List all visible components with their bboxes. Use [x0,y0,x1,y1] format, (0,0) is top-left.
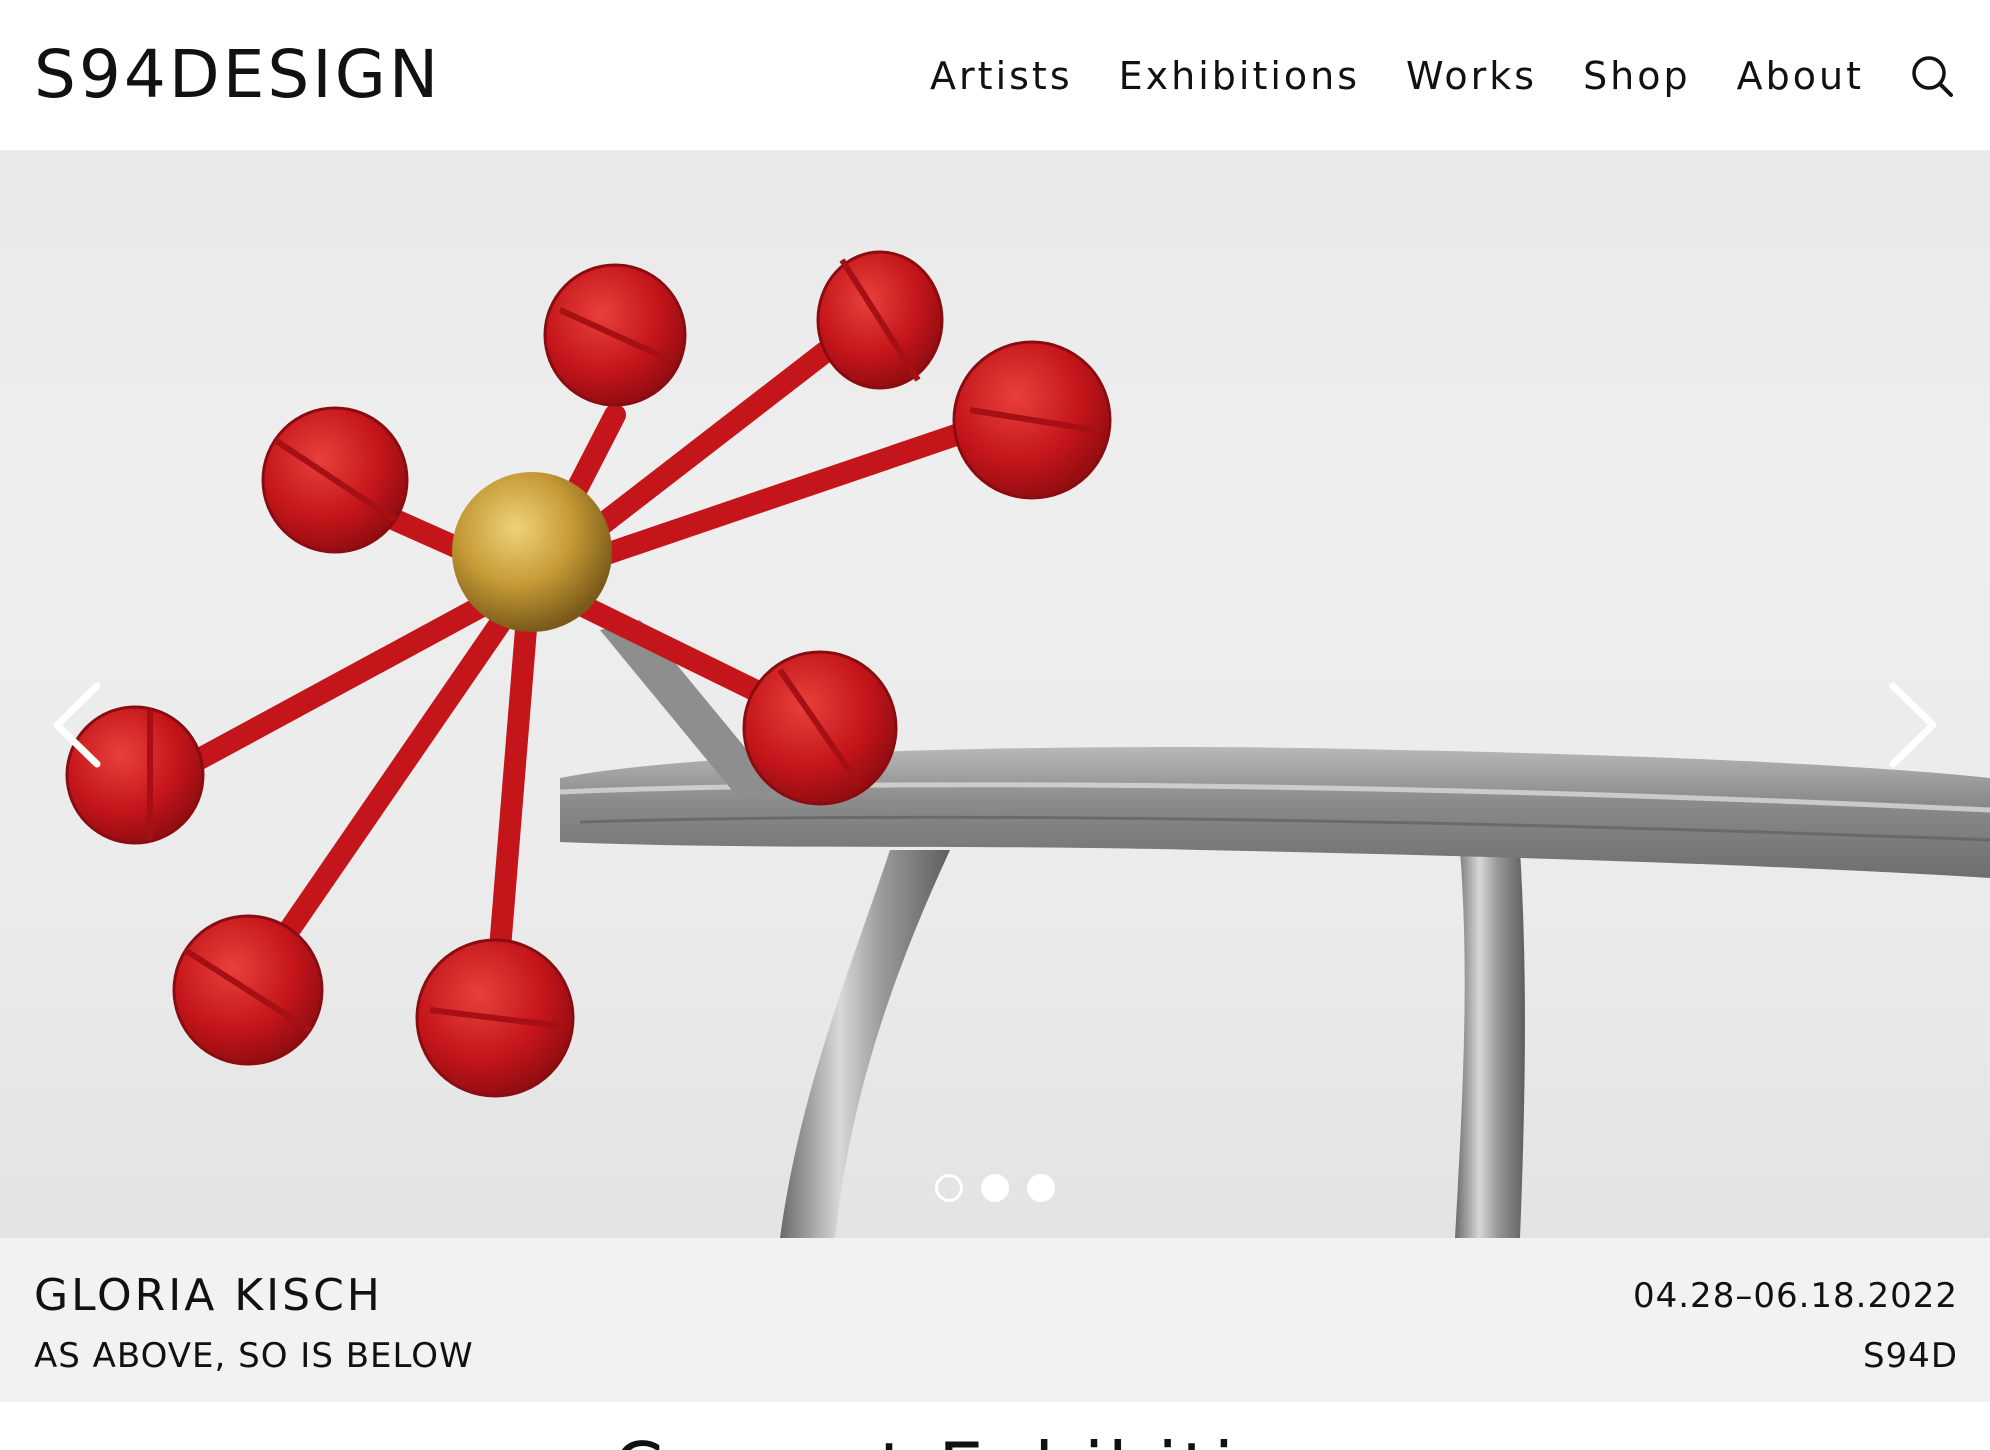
nav-item-exhibitions[interactable]: Exhibitions [1119,50,1360,102]
slide-indicators [0,1174,1990,1202]
hero-slideshow [0,150,1990,1238]
exhibition-dates: 04.28–06.18.2022 [1632,1276,1958,1316]
slide-dot-3[interactable] [1027,1174,1055,1202]
chevron-left-icon [53,682,101,768]
exhibition-caption[interactable]: GLORIA KISCH AS ABOVE, SO IS BELOW 04.28… [0,1238,1990,1402]
site-logo[interactable]: S94DESIGN [34,38,441,112]
nav-item-works[interactable]: Works [1406,50,1537,102]
site-header: S94DESIGN Artists Exhibitions Works Shop… [0,0,1990,150]
nav-item-about[interactable]: About [1737,50,1864,102]
slide-dot-1[interactable] [935,1174,963,1202]
next-slide-button[interactable] [1874,670,1954,780]
section-heading: Current Exhibitions [0,1424,1990,1450]
exhibition-venue: S94D [1862,1336,1958,1376]
exhibition-title: AS ABOVE, SO IS BELOW [34,1336,474,1376]
chevron-right-icon [1889,682,1937,768]
nav-item-shop[interactable]: Shop [1583,50,1691,102]
hero-image [65,250,1990,1238]
prev-slide-button[interactable] [36,670,116,780]
search-icon[interactable] [1908,52,1956,100]
slide-dot-2[interactable] [981,1174,1009,1202]
main-nav: Artists Exhibitions Works Shop About [930,48,1956,104]
nav-item-artists[interactable]: Artists [930,50,1073,102]
exhibition-artist: GLORIA KISCH [34,1270,383,1321]
